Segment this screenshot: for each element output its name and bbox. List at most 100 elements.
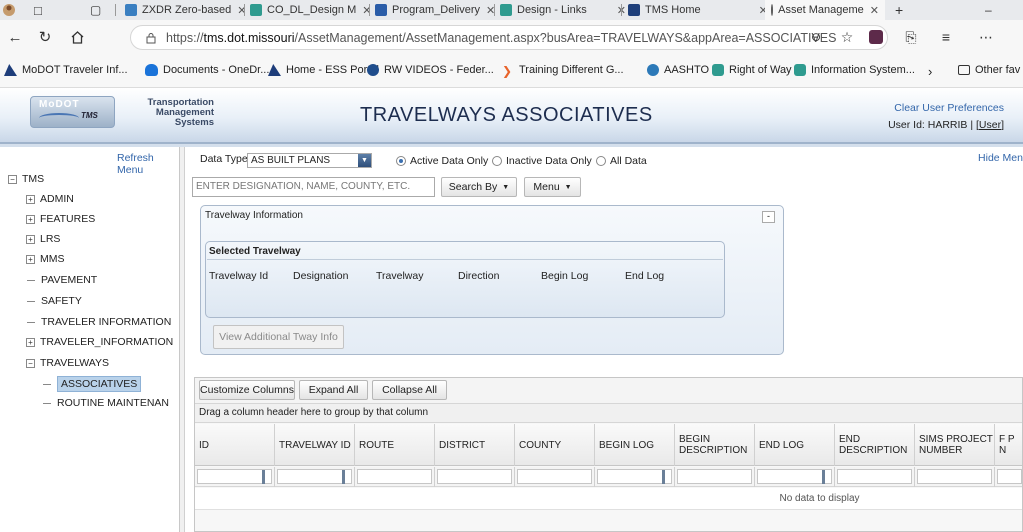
radio-unchecked-icon[interactable] — [596, 156, 606, 166]
group-by-area[interactable]: Drag a column header here to group by th… — [195, 403, 1022, 423]
radio-unchecked-icon[interactable] — [492, 156, 502, 166]
extension-icon[interactable] — [865, 26, 887, 48]
refresh-menu-link[interactable]: Refresh Menu — [117, 152, 179, 176]
column-resize-handle[interactable] — [662, 470, 665, 484]
column-header-end-log[interactable]: END LOG — [755, 424, 835, 466]
bookmark-training[interactable]: ❯ Training Different G... — [502, 64, 624, 78]
filter-cell[interactable] — [595, 467, 675, 487]
workspaces-icon[interactable]: □ — [34, 0, 42, 20]
tree-node-mms[interactable]: + MMS — [26, 253, 65, 265]
tree-node-traveler-information-underscore[interactable]: + TRAVELER_INFORMATION — [26, 336, 173, 348]
split-screen-icon[interactable]: ⎘ — [900, 26, 922, 48]
bookmarks-overflow-chevron-icon[interactable]: › — [928, 64, 932, 79]
column-header-travelway-id[interactable]: TRAVELWAY ID — [275, 424, 355, 466]
tree-node-routine-maintenance[interactable]: ROUTINE MAINTENAN — [42, 397, 169, 409]
new-tab-icon[interactable]: + — [895, 0, 903, 20]
tab-tms-home[interactable]: TMS Home ✕ — [628, 0, 768, 20]
column-resize-handle[interactable] — [822, 470, 825, 484]
column-header-end-description[interactable]: END DESCRIPTION — [835, 424, 915, 466]
tab-close-icon[interactable]: ✕ — [237, 4, 246, 17]
column-header-county[interactable]: COUNTY — [515, 424, 595, 466]
filter-input[interactable] — [197, 469, 272, 484]
bookmark-aashto[interactable]: AASHTO — [647, 64, 709, 76]
favorite-star-icon[interactable]: ☆ — [836, 26, 858, 48]
filter-cell[interactable] — [195, 467, 275, 487]
filter-input[interactable] — [597, 469, 672, 484]
view-additional-tway-info-button[interactable]: View Additional Tway Info — [213, 325, 344, 349]
tree-node-admin[interactable]: + ADMIN — [26, 193, 74, 205]
radio-checked-icon[interactable] — [396, 156, 406, 166]
refresh-icon[interactable]: ↻ — [34, 26, 56, 48]
tree-node-safety[interactable]: SAFETY — [26, 295, 82, 307]
filter-cell[interactable] — [835, 467, 915, 487]
tree-node-tms[interactable]: − TMS — [8, 173, 44, 185]
expand-icon[interactable]: + — [26, 194, 35, 204]
collapse-icon[interactable]: − — [26, 358, 35, 368]
user-link[interactable]: User — [979, 119, 1001, 131]
tab-zxdr[interactable]: ZXDR Zero-based ✕ — [125, 0, 246, 20]
bookmark-other-favorites[interactable]: Other fav — [958, 64, 1020, 76]
search-input[interactable]: ENTER DESIGNATION, NAME, COUNTY, ETC. — [192, 177, 435, 197]
expand-icon[interactable]: + — [26, 214, 35, 224]
filter-cell[interactable] — [515, 467, 595, 487]
filter-cell[interactable] — [995, 467, 1022, 487]
favorites-list-icon[interactable]: ≡ — [935, 26, 957, 48]
search-by-button[interactable]: Search By ▼ — [441, 177, 517, 197]
panel-collapse-button[interactable]: - — [762, 211, 775, 223]
column-header-truncated[interactable]: F P N — [995, 424, 1022, 466]
bookmark-right-of-way[interactable]: Right of Way — [712, 64, 792, 76]
bookmark-information-system[interactable]: Information System... — [794, 64, 915, 76]
column-header-route[interactable]: ROUTE — [355, 424, 435, 466]
filter-input[interactable] — [917, 469, 992, 484]
clear-user-preferences-link[interactable]: Clear User Preferences — [888, 100, 1004, 117]
filter-cell[interactable] — [275, 467, 355, 487]
radio-active-data-only[interactable]: Active Data Only — [396, 155, 488, 167]
tree-node-associatives[interactable]: ASSOCIATIVES — [42, 376, 142, 392]
tab-actions-icon[interactable]: ▢ — [90, 0, 101, 20]
bookmark-rw-videos[interactable]: RW VIDEOS - Feder... — [367, 64, 494, 76]
tree-node-travelways[interactable]: − TRAVELWAYS — [26, 357, 109, 369]
filter-input[interactable] — [677, 469, 752, 484]
tree-node-features[interactable]: + FEATURES — [26, 213, 95, 225]
expand-all-button[interactable]: Expand All — [299, 380, 368, 400]
expand-icon[interactable]: + — [26, 337, 35, 347]
sidebar-splitter[interactable] — [180, 147, 185, 532]
back-arrow-icon[interactable]: ← — [4, 26, 26, 48]
filter-cell[interactable] — [915, 467, 995, 487]
column-header-id[interactable]: ID — [195, 424, 275, 466]
bookmark-onedrive[interactable]: Documents - OneDr... — [145, 64, 269, 76]
tab-design-links[interactable]: Design - Links ✕ — [500, 0, 626, 20]
bookmark-modot-traveler[interactable]: MoDOT Traveler Inf... — [4, 64, 128, 76]
tab-program-delivery[interactable]: Program_Delivery ✕ — [375, 0, 495, 20]
filter-input[interactable] — [837, 469, 912, 484]
home-icon[interactable] — [66, 26, 88, 48]
hide-menu-link[interactable]: Hide Men — [978, 152, 1023, 164]
profile-avatar-icon[interactable] — [2, 0, 16, 20]
column-resize-handle[interactable] — [262, 470, 265, 484]
filter-cell[interactable] — [755, 467, 835, 487]
tree-node-traveler-information[interactable]: TRAVELER INFORMATION — [26, 316, 171, 328]
filter-input[interactable] — [437, 469, 512, 484]
url-field[interactable]: https://tms.dot.missouri/AssetManagement… — [130, 25, 888, 50]
column-resize-handle[interactable] — [342, 470, 345, 484]
bookmark-ess-portal[interactable]: Home - ESS Portal — [268, 64, 379, 76]
expand-icon[interactable]: + — [26, 254, 35, 264]
collapse-icon[interactable]: − — [8, 174, 17, 184]
radio-inactive-data-only[interactable]: Inactive Data Only — [492, 155, 592, 167]
menu-button[interactable]: Menu ▼ — [524, 177, 581, 197]
filter-input[interactable] — [757, 469, 832, 484]
dropdown-arrow-icon[interactable]: ▼ — [358, 154, 371, 167]
minimize-icon[interactable]: – — [985, 0, 992, 20]
tab-close-icon[interactable]: ✕ — [870, 4, 879, 17]
column-header-begin-description[interactable]: BEGIN DESCRIPTION — [675, 424, 755, 466]
tab-asset-management-active[interactable]: Asset Manageme ✕ — [765, 0, 885, 20]
column-header-sims-project-number[interactable]: SIMS PROJECT NUMBER — [915, 424, 995, 466]
column-header-begin-log[interactable]: BEGIN LOG — [595, 424, 675, 466]
reader-mode-icon[interactable]: ⊝ — [805, 26, 827, 48]
more-options-icon[interactable]: ⋯ — [975, 26, 997, 48]
filter-cell[interactable] — [355, 467, 435, 487]
radio-all-data[interactable]: All Data — [596, 155, 647, 167]
expand-icon[interactable]: + — [26, 234, 35, 244]
tree-node-lrs[interactable]: + LRS — [26, 233, 60, 245]
data-type-select[interactable]: AS BUILT PLANS ▼ — [247, 153, 372, 168]
